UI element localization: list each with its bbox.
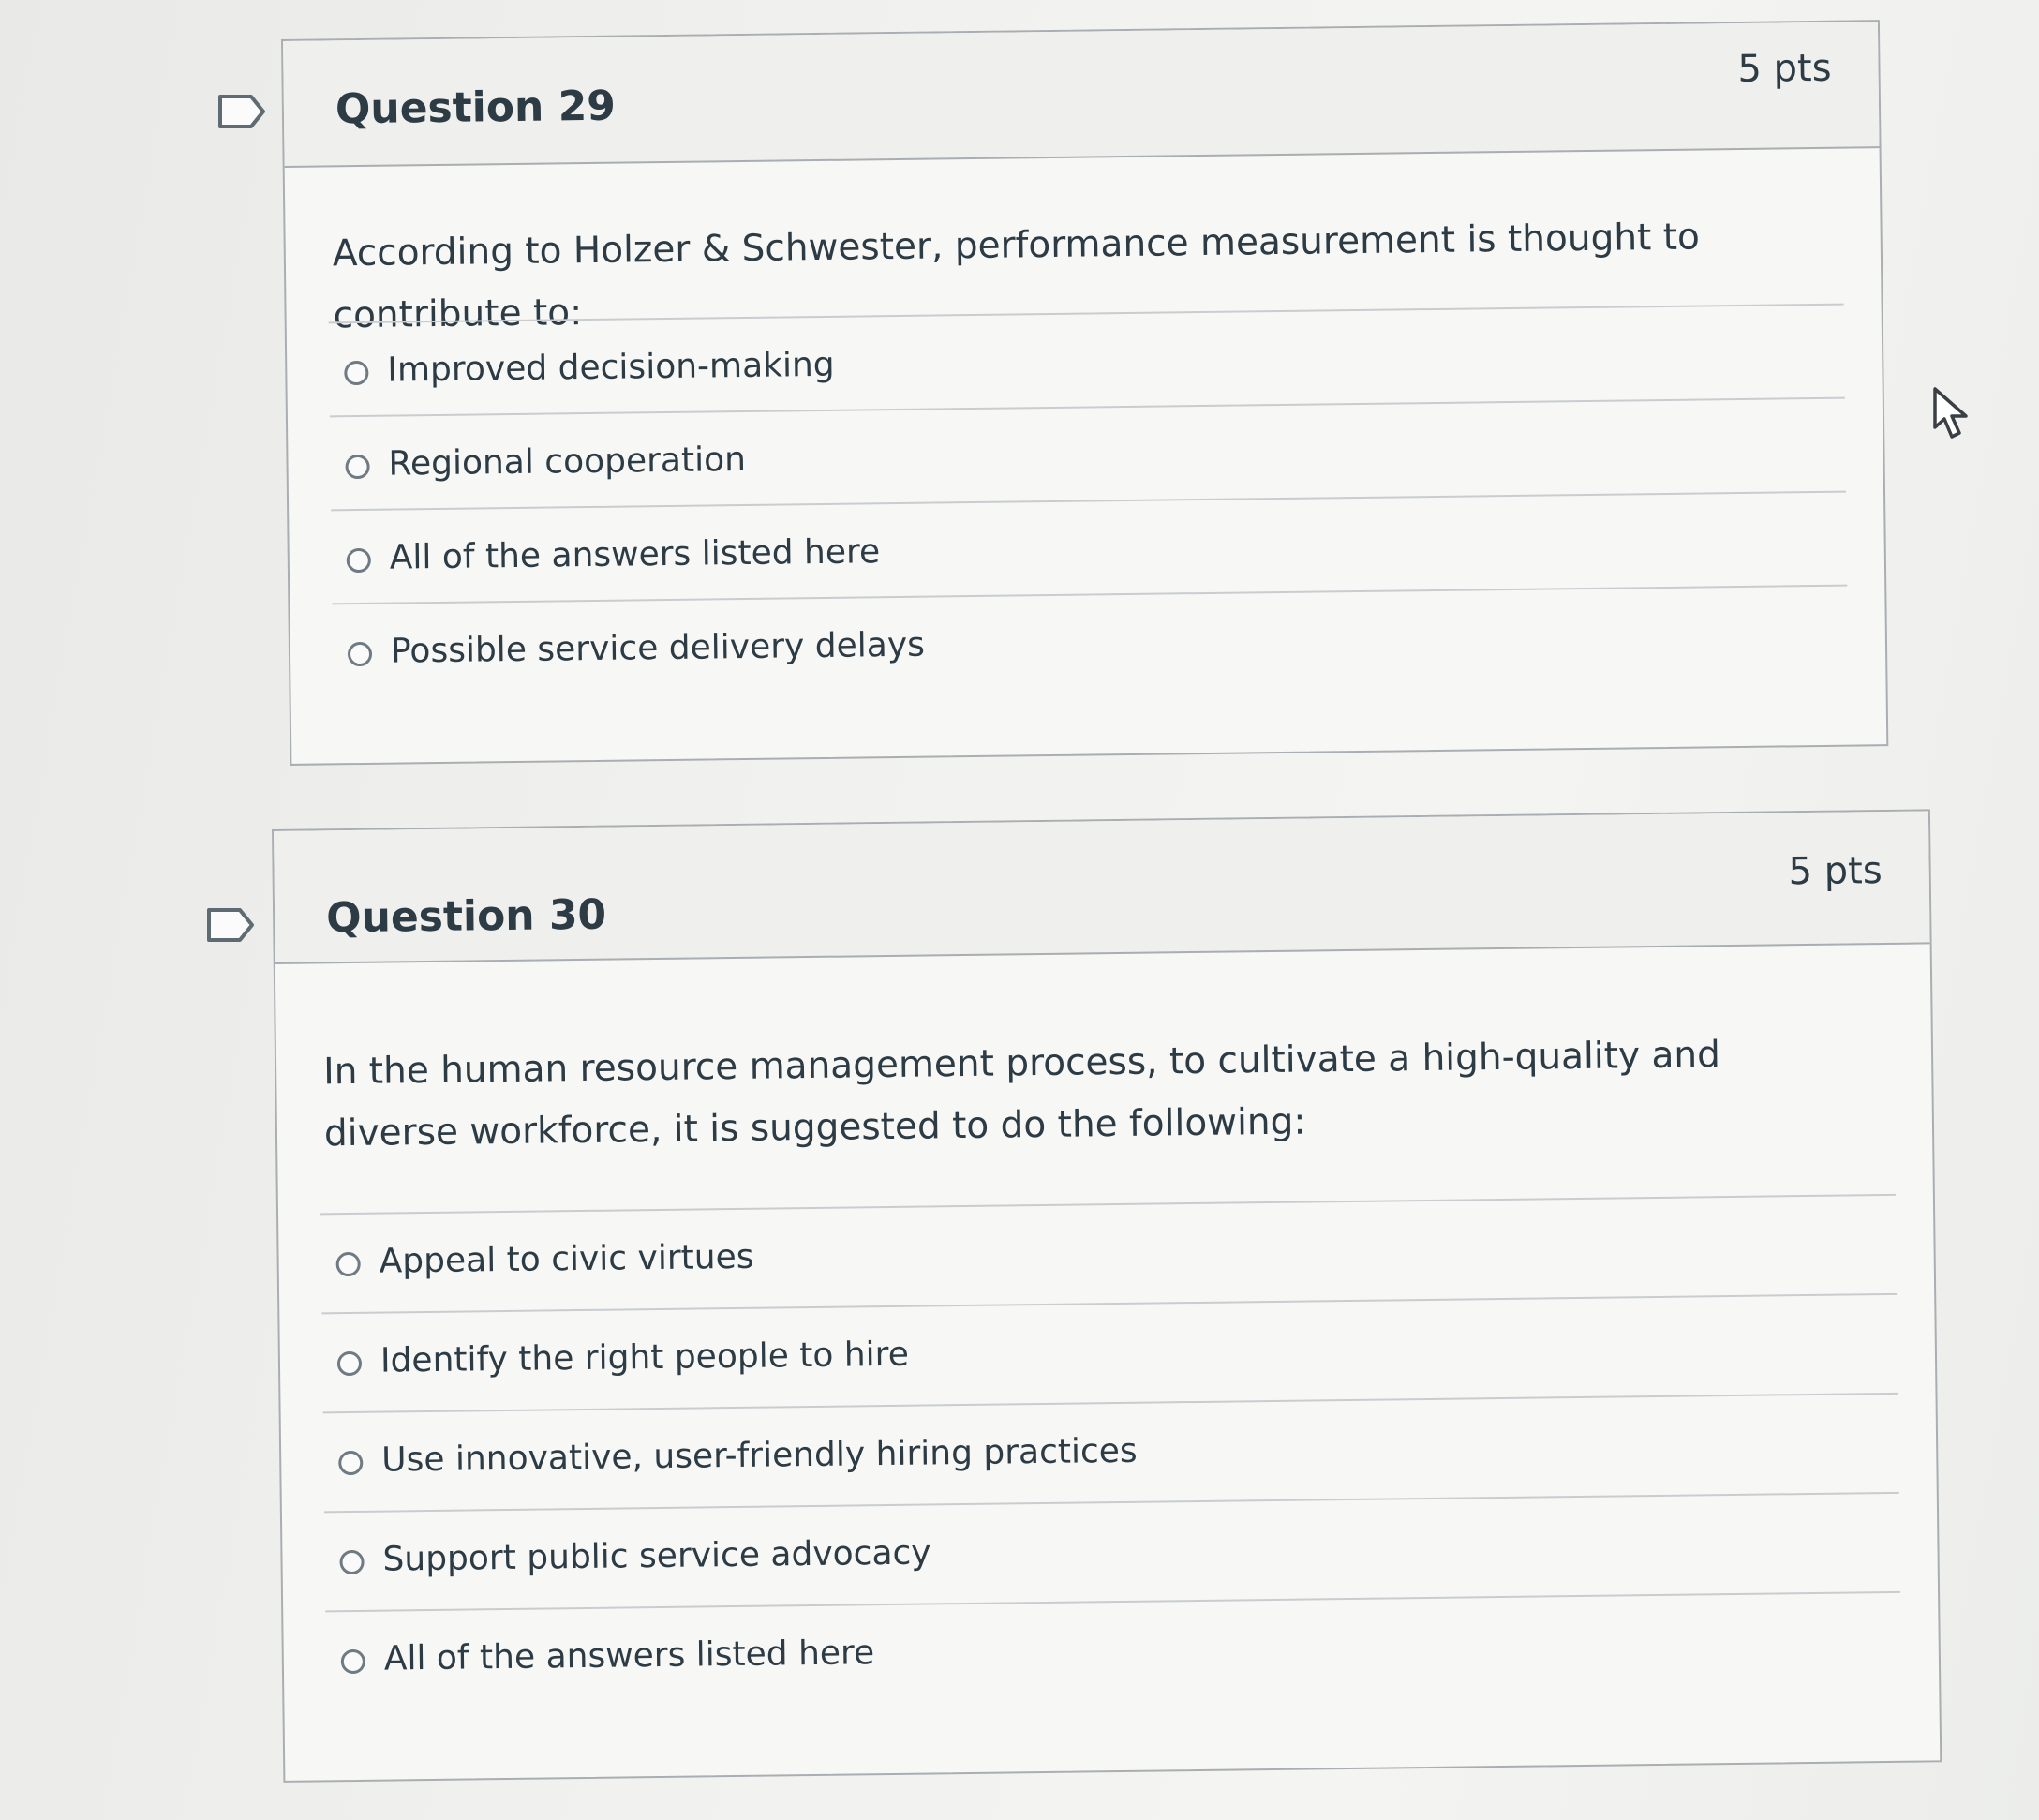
question-title: Question 30 bbox=[325, 890, 607, 943]
flag-question-icon[interactable] bbox=[217, 94, 266, 129]
answer-list: Improved decision-making Regional cooper… bbox=[328, 303, 1849, 697]
answer-option[interactable]: All of the answers listed here bbox=[331, 490, 1848, 604]
answer-option[interactable]: Appeal to civic virtues bbox=[320, 1193, 1898, 1313]
answer-list: Appeal to civic virtues Identify the rig… bbox=[320, 1193, 1902, 1710]
radio-button-icon[interactable] bbox=[335, 1251, 361, 1277]
question-title: Question 29 bbox=[335, 82, 617, 134]
answer-label[interactable]: Support public service advocacy bbox=[382, 1533, 931, 1578]
answer-option[interactable]: Support public service advocacy bbox=[323, 1491, 1901, 1611]
question-header: Question 29 5 pts bbox=[283, 22, 1880, 168]
question-text: In the human resource management process… bbox=[322, 1034, 1721, 1156]
answer-label[interactable]: Possible service delivery delays bbox=[391, 626, 925, 671]
question-29-card: Question 29 5 pts According to Holzer & … bbox=[281, 20, 1889, 766]
radio-button-icon[interactable] bbox=[340, 1648, 366, 1675]
answer-option[interactable]: Regional cooperation bbox=[329, 396, 1847, 510]
answer-label[interactable]: Improved decision-making bbox=[387, 346, 835, 390]
question-30-card: Question 30 5 pts In the human resource … bbox=[272, 809, 1942, 1783]
flag-question-icon[interactable] bbox=[206, 907, 255, 943]
question-header: Question 30 5 pts bbox=[274, 811, 1930, 964]
answer-label[interactable]: Identify the right people to hire bbox=[380, 1335, 909, 1380]
mouse-pointer-icon bbox=[1933, 387, 1968, 439]
answer-option[interactable]: Identify the right people to hire bbox=[321, 1292, 1898, 1412]
radio-button-icon[interactable] bbox=[344, 360, 369, 386]
radio-button-icon[interactable] bbox=[336, 1350, 363, 1377]
answer-option[interactable]: Use innovative, user-friendly hiring pra… bbox=[322, 1392, 1899, 1512]
answer-option[interactable]: Possible service delivery delays bbox=[332, 584, 1849, 697]
answer-option[interactable]: Improved decision-making bbox=[328, 303, 1845, 416]
answer-label[interactable]: All of the answers listed here bbox=[384, 1634, 875, 1678]
radio-button-icon[interactable] bbox=[339, 1549, 365, 1575]
radio-button-icon[interactable] bbox=[346, 547, 371, 574]
answer-option[interactable]: All of the answers listed here bbox=[325, 1590, 1902, 1710]
quiz-page: Question 29 5 pts According to Holzer & … bbox=[0, 0, 2039, 1820]
question-points: 5 pts bbox=[1788, 849, 1883, 894]
answer-label[interactable]: Regional cooperation bbox=[388, 440, 746, 484]
answer-label[interactable]: Use innovative, user-friendly hiring pra… bbox=[381, 1432, 1138, 1480]
radio-button-icon[interactable] bbox=[347, 641, 373, 667]
answer-label[interactable]: Appeal to civic virtues bbox=[379, 1238, 753, 1281]
radio-button-icon[interactable] bbox=[338, 1450, 364, 1476]
answer-label[interactable]: All of the answers listed here bbox=[390, 532, 881, 576]
radio-button-icon[interactable] bbox=[345, 454, 370, 480]
question-points: 5 pts bbox=[1737, 46, 1832, 92]
